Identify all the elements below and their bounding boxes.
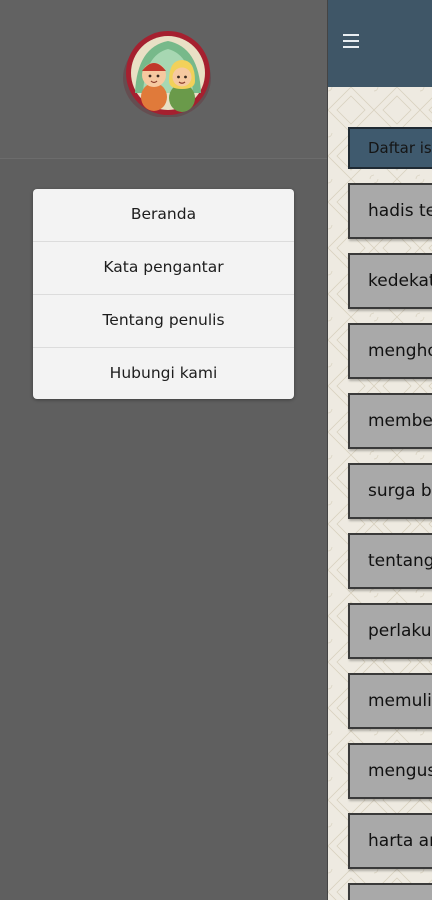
topic-button[interactable]: hadis tentang: [348, 183, 432, 239]
topic-button[interactable]: menghormati: [348, 323, 432, 379]
topic-button[interactable]: kedekatan: [348, 253, 432, 309]
topic-button[interactable]: [348, 883, 432, 900]
navigation-drawer: Beranda Kata pengantar Tentang penulis H…: [0, 0, 327, 900]
drawer-menu: Beranda Kata pengantar Tentang penulis H…: [33, 189, 294, 399]
topic-button[interactable]: harta anak: [348, 813, 432, 869]
menu-item-tentang-penulis[interactable]: Tentang penulis: [33, 295, 294, 348]
topic-button[interactable]: perlakuan: [348, 603, 432, 659]
topic-button[interactable]: tentang: [348, 533, 432, 589]
table-of-contents-header: Daftar isi: [348, 127, 432, 169]
topic-button[interactable]: memberi: [348, 393, 432, 449]
main-screen: Daftar isi hadis tentang kedekatan mengh…: [327, 0, 432, 900]
menu-item-beranda[interactable]: Beranda: [33, 189, 294, 242]
drawer-header: [0, 0, 327, 159]
menu-item-hubungi-kami[interactable]: Hubungi kami: [33, 348, 294, 399]
topic-button[interactable]: memuliakan: [348, 673, 432, 729]
topic-button[interactable]: surga bagi: [348, 463, 432, 519]
hamburger-menu-icon[interactable]: [343, 34, 359, 48]
kids-avatar-icon: [123, 31, 211, 117]
menu-item-kata-pengantar[interactable]: Kata pengantar: [33, 242, 294, 295]
topic-button[interactable]: mengusap: [348, 743, 432, 799]
app-bar: [328, 0, 432, 87]
